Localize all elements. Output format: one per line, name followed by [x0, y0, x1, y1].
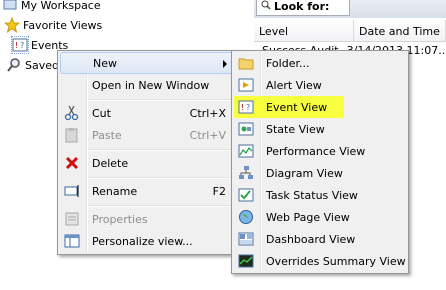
tree-item-label: Saved — [25, 58, 59, 72]
submenu-item-overrides-summary-view[interactable]: Overrides Summary View — [234, 250, 406, 272]
menu-item-cut[interactable]: Cut Ctrl+X — [60, 102, 236, 124]
submenu-arrow-icon — [223, 60, 227, 68]
menu-item-label: Web Page View — [266, 210, 350, 224]
menu-item-personalize-view[interactable]: Personalize view... — [60, 230, 236, 252]
dashboard-icon — [238, 231, 254, 247]
tree-item-label: My Workspace — [21, 0, 101, 12]
menu-item-label: Dashboard View — [266, 232, 356, 246]
context-menu: New Open in New Window Cut Ctrl+X Paste … — [57, 50, 239, 255]
state-view-icon — [238, 121, 254, 137]
submenu-item-event-view[interactable]: !? Event View — [234, 96, 406, 118]
delete-x-icon — [64, 155, 80, 171]
menu-item-label: Diagram View — [266, 166, 343, 180]
task-status-icon — [238, 187, 254, 203]
shortcut-label: Ctrl+V — [189, 128, 226, 142]
event-view-icon: !? — [238, 99, 254, 115]
shortcut-label: Ctrl+X — [189, 106, 226, 120]
alert-view-icon — [238, 77, 254, 93]
search-bar: Look for: — [254, 0, 446, 18]
personalize-view-icon — [64, 233, 80, 249]
submenu-item-dashboard-view[interactable]: Dashboard View — [234, 228, 406, 250]
svg-text:!: ! — [241, 103, 244, 112]
menu-separator — [88, 205, 236, 207]
menu-item-label: Performance View — [266, 144, 366, 158]
menu-item-label: State View — [266, 122, 325, 136]
submenu-item-web-page-view[interactable]: Web Page View — [234, 206, 406, 228]
column-header-level[interactable]: Level — [254, 20, 354, 42]
svg-text:?: ? — [20, 41, 24, 50]
clipboard-icon — [64, 127, 80, 143]
menu-item-properties[interactable]: Properties — [60, 208, 236, 230]
menu-item-label: New — [93, 56, 117, 70]
star-icon — [3, 16, 21, 34]
menu-item-label: Overrides Summary View — [266, 254, 406, 268]
submenu-item-task-status-view[interactable]: Task Status View — [234, 184, 406, 206]
menu-item-paste[interactable]: Paste Ctrl+V — [60, 124, 236, 146]
tree-item-favorite-views[interactable]: Favorite Views — [3, 16, 103, 34]
menu-item-label: Rename — [92, 184, 138, 198]
tree-item-saved[interactable]: Saved — [6, 56, 59, 74]
submenu-item-performance-view[interactable]: Performance View — [234, 140, 406, 162]
rename-icon — [64, 183, 80, 199]
globe-icon — [238, 209, 254, 225]
menu-separator — [88, 177, 236, 179]
folder-icon — [238, 55, 254, 71]
menu-item-rename[interactable]: Rename F2 — [60, 180, 236, 202]
menu-item-delete[interactable]: Delete — [60, 152, 236, 174]
tree-item-my-workspace[interactable]: My Workspace — [2, 0, 101, 14]
search-icon — [261, 0, 271, 13]
menu-item-label: Delete — [92, 156, 129, 170]
submenu-item-state-view[interactable]: State View — [234, 118, 406, 140]
submenu-item-alert-view[interactable]: Alert View — [234, 74, 406, 96]
tree-item-label: Favorite Views — [23, 18, 103, 32]
svg-text:?: ? — [246, 103, 250, 112]
workspace-icon — [2, 0, 18, 13]
menu-item-label: Paste — [92, 128, 122, 142]
look-for-field[interactable]: Look for: — [256, 0, 350, 16]
look-for-label: Look for: — [274, 0, 330, 13]
diagram-icon — [238, 165, 254, 181]
menu-item-label: Folder... — [266, 56, 310, 70]
svg-text:!: ! — [15, 41, 18, 50]
menu-item-label: Event View — [266, 100, 328, 114]
shortcut-label: F2 — [212, 184, 226, 198]
menu-item-label: Open in New Window — [92, 78, 210, 92]
menu-item-label: Alert View — [266, 78, 322, 92]
menu-separator — [88, 149, 236, 151]
column-header-date-time[interactable]: Date and Time — [354, 20, 446, 42]
menu-item-open-new-window[interactable]: Open in New Window — [60, 74, 236, 96]
grid-header: Level Date and Time — [254, 20, 446, 42]
event-view-icon: !? — [11, 36, 29, 54]
properties-icon — [64, 211, 80, 227]
magnifier-icon — [6, 57, 22, 73]
performance-chart-icon — [238, 143, 254, 159]
new-submenu: Folder... Alert View !? Event View State… — [231, 50, 409, 274]
menu-item-label: Cut — [92, 106, 111, 120]
submenu-item-folder[interactable]: Folder... — [234, 52, 406, 74]
menu-item-label: Task Status View — [266, 188, 358, 202]
submenu-item-diagram-view[interactable]: Diagram View — [234, 162, 406, 184]
menu-separator — [88, 99, 236, 101]
menu-item-label: Properties — [92, 212, 148, 226]
menu-item-label: Personalize view... — [92, 234, 193, 248]
overrides-summary-icon — [238, 253, 254, 269]
scissors-icon — [64, 105, 80, 121]
menu-item-new[interactable]: New — [60, 52, 236, 74]
